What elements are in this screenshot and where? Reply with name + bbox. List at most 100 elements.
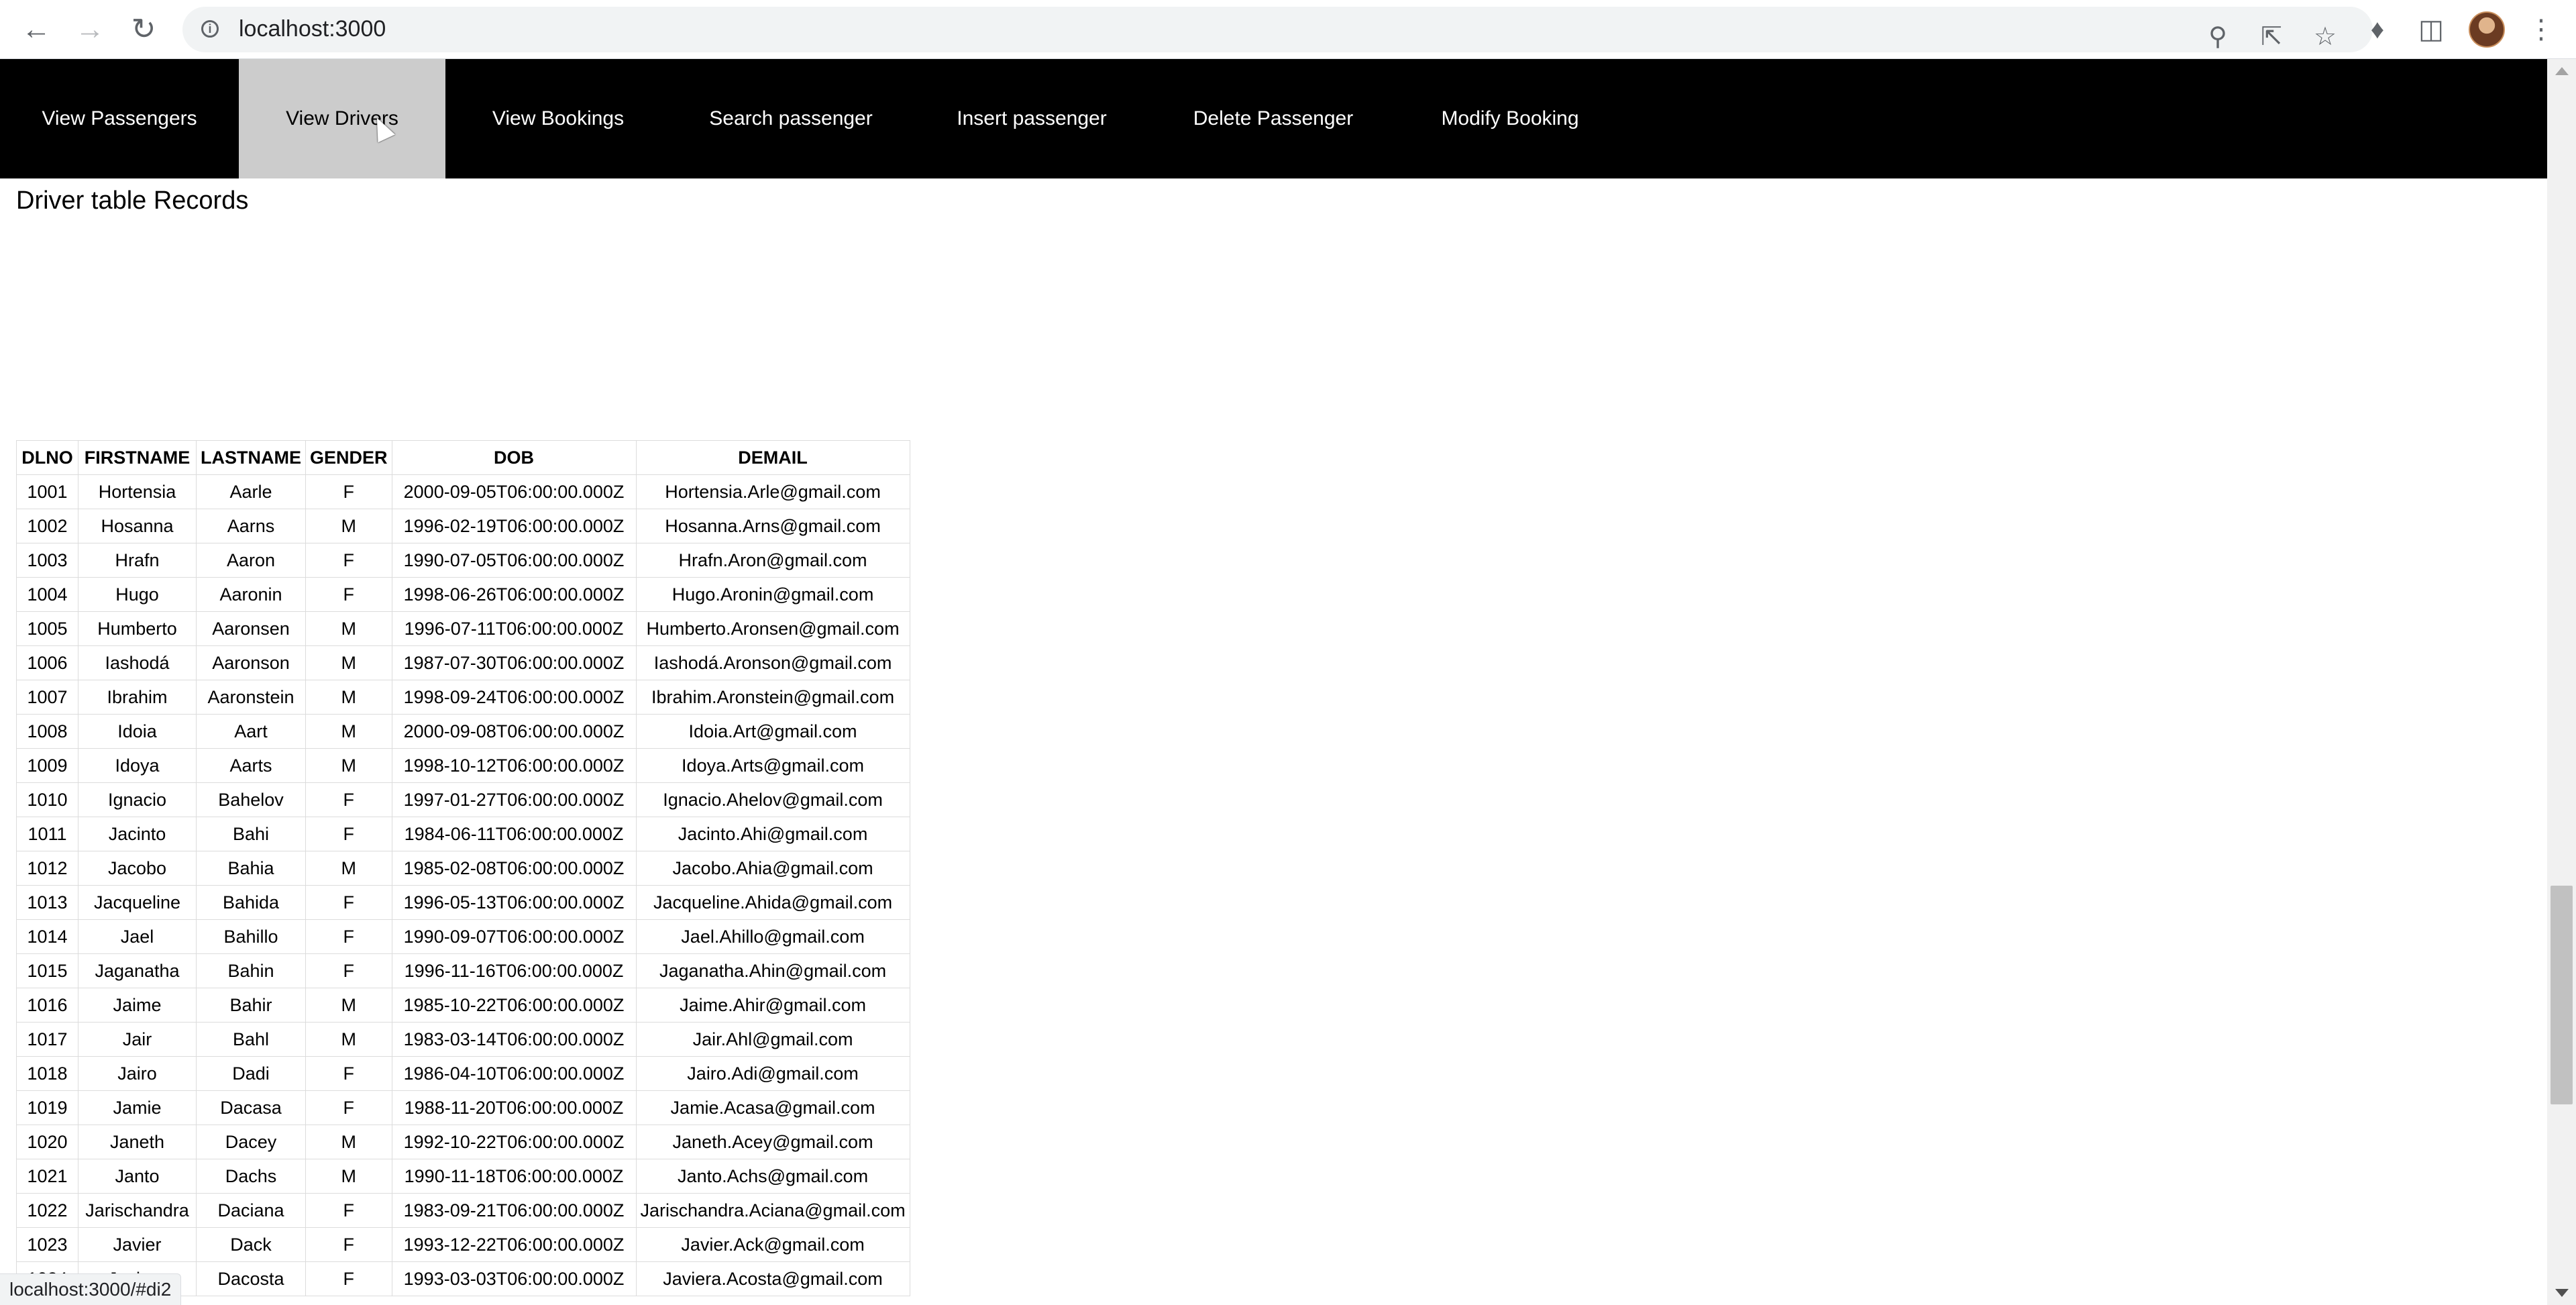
cell-lastname: Aarts [196,748,306,783]
info-icon[interactable]: i [201,20,219,38]
table-body: 1001 Hortensia Aarle F 2000-09-05T06:00:00.0… [16,474,910,1296]
cell-demail: Jacobo.Ahia@gmail.com [635,851,910,886]
cell-firstname: Janeth [78,1125,197,1159]
cell-lastname: Aaronsen [196,611,306,646]
table-header-row: DLNO FIRSTNAME LASTNAME GENDER DOB DEMAIL [16,440,910,475]
table-row: 1016 Jaime Bahir M 1985-10-22T06:00:00.000Z J… [16,988,910,1023]
cell-lastname: Aaronin [196,577,306,612]
table-row: 1008 Idoia Aart M 2000-09-08T06:00:00.000Z Id… [16,714,910,749]
cell-lastname: Bahia [196,851,306,886]
cell-gender: F [305,919,392,954]
cell-dob: 1983-09-21T06:00:00.000Z [391,1193,637,1228]
cell-demail: Javier.Ack@gmail.com [635,1227,910,1262]
vertical-scrollbar[interactable] [2547,59,2576,1305]
cell-dlno: 1020 [16,1125,78,1159]
table-row: 1012 Jacobo Bahia M 1985-02-08T06:00:00.000Z… [16,851,910,886]
cell-dlno: 1010 [16,782,78,817]
cell-lastname: Bahir [196,988,306,1023]
nav-modify-booking[interactable]: Modify Booking [1394,59,1626,178]
cell-dob: 1993-03-03T06:00:00.000Z [391,1261,637,1296]
cell-gender: F [305,1056,392,1091]
scroll-down-arrow-icon[interactable] [2555,1289,2569,1297]
cell-demail: Humberto.Aronsen@gmail.com [635,611,910,646]
cell-gender: F [305,885,392,920]
cell-firstname: Jarischandra [78,1193,197,1228]
cell-firstname: Janto [78,1159,197,1194]
cell-dob: 1996-05-13T06:00:00.000Z [391,885,637,920]
cell-dob: 1985-10-22T06:00:00.000Z [391,988,637,1023]
cell-dob: 1997-01-27T06:00:00.000Z [391,782,637,817]
cell-firstname: Idoia [78,714,197,749]
cell-firstname: Jairo [78,1056,197,1091]
cell-demail: Janeth.Acey@gmail.com [635,1125,910,1159]
cell-dlno: 1011 [16,817,78,851]
cell-gender: F [305,782,392,817]
back-arrow-icon[interactable]: ← [17,11,55,48]
cell-demail: Jair.Ahl@gmail.com [635,1022,910,1057]
nav-view-bookings[interactable]: View Bookings [445,59,671,178]
cell-demail: Jacqueline.Ahida@gmail.com [635,885,910,920]
cell-dob: 1987-07-30T06:00:00.000Z [391,645,637,680]
cell-firstname: Hortensia [78,474,197,509]
cell-lastname: Dachs [196,1159,306,1194]
url-text[interactable]: localhost:3000 [239,16,386,42]
table-row: 1014 Jael Bahillo F 1990-09-07T06:00:00.000Z… [16,919,910,954]
cell-dob: 1992-10-22T06:00:00.000Z [391,1125,637,1159]
cell-dob: 1996-11-16T06:00:00.000Z [391,953,637,988]
puzzle-icon[interactable]: ♦ [2361,13,2394,46]
cell-lastname: Aarns [196,509,306,543]
cell-lastname: Aaronstein [196,680,306,715]
cell-dlno: 1003 [16,543,78,578]
side-panel-icon[interactable]: ◫ [2415,13,2447,46]
reload-icon[interactable]: ↻ [125,11,162,48]
cell-gender: M [305,748,392,783]
nav-delete-passenger[interactable]: Delete Passenger [1152,59,1394,178]
nav-search-passenger[interactable]: Search passenger [671,59,911,178]
cell-demail: Hortensia.Arle@gmail.com [635,474,910,509]
cell-gender: F [305,817,392,851]
cell-dlno: 1006 [16,645,78,680]
nav-insert-passenger[interactable]: Insert passenger [911,59,1152,178]
cell-firstname: Ignacio [78,782,197,817]
cell-lastname: Aart [196,714,306,749]
cell-firstname: Jamie [78,1090,197,1125]
nav-view-drivers[interactable]: View Drivers [239,59,445,178]
table-row: 1001 Hortensia Aarle F 2000-09-05T06:00:00.0… [16,474,910,509]
table-row: 1020 Janeth Dacey M 1992-10-22T06:00:00.000Z… [16,1125,910,1159]
cell-firstname: Jaganatha [78,953,197,988]
nav-view-passengers[interactable]: View Passengers [0,59,239,178]
status-bar-link-preview: localhost:3000/#di2 [0,1273,182,1305]
share-icon[interactable]: ⇱ [2257,21,2286,51]
zoom-icon[interactable]: ⚲ [2203,21,2233,51]
cell-dlno: 1019 [16,1090,78,1125]
cell-dob: 1998-06-26T06:00:00.000Z [391,577,637,612]
cell-dlno: 1016 [16,988,78,1023]
cell-dlno: 1001 [16,474,78,509]
scroll-up-arrow-icon[interactable] [2555,67,2569,75]
cell-dlno: 1015 [16,953,78,988]
scrollbar-thumb[interactable] [2551,886,2573,1104]
cell-firstname: Javier [78,1227,197,1262]
cell-firstname: Jaime [78,988,197,1023]
column-header-demail: DEMAIL [635,440,910,475]
cell-gender: F [305,1227,392,1262]
cell-gender: F [305,1261,392,1296]
cell-lastname: Dacosta [196,1261,306,1296]
table-row: 1006 Iashodá Aaronson M 1987-07-30T06:00:00.… [16,645,910,680]
cell-demail: Idoya.Arts@gmail.com [635,748,910,783]
table-row: 1019 Jamie Dacasa F 1988-11-20T06:00:00.000Z… [16,1090,910,1125]
kebab-menu-icon[interactable]: ⋮ [2525,13,2557,46]
cell-dob: 1998-09-24T06:00:00.000Z [391,680,637,715]
cell-gender: M [305,645,392,680]
star-icon[interactable]: ☆ [2310,21,2340,51]
cell-firstname: Iashodá [78,645,197,680]
browser-toolbar: ← → ↻ i localhost:3000 ⚲ ⇱ ☆ ♦ ◫ ⋮ [0,0,2576,59]
forward-arrow-icon[interactable]: → [71,11,109,48]
address-bar[interactable]: i localhost:3000 ⚲ ⇱ ☆ [182,7,2373,52]
avatar[interactable] [2469,11,2505,48]
column-header-firstname: FIRSTNAME [78,440,197,475]
cell-lastname: Bahida [196,885,306,920]
cell-dlno: 1017 [16,1022,78,1057]
cell-firstname: Jacinto [78,817,197,851]
cell-dlno: 1014 [16,919,78,954]
